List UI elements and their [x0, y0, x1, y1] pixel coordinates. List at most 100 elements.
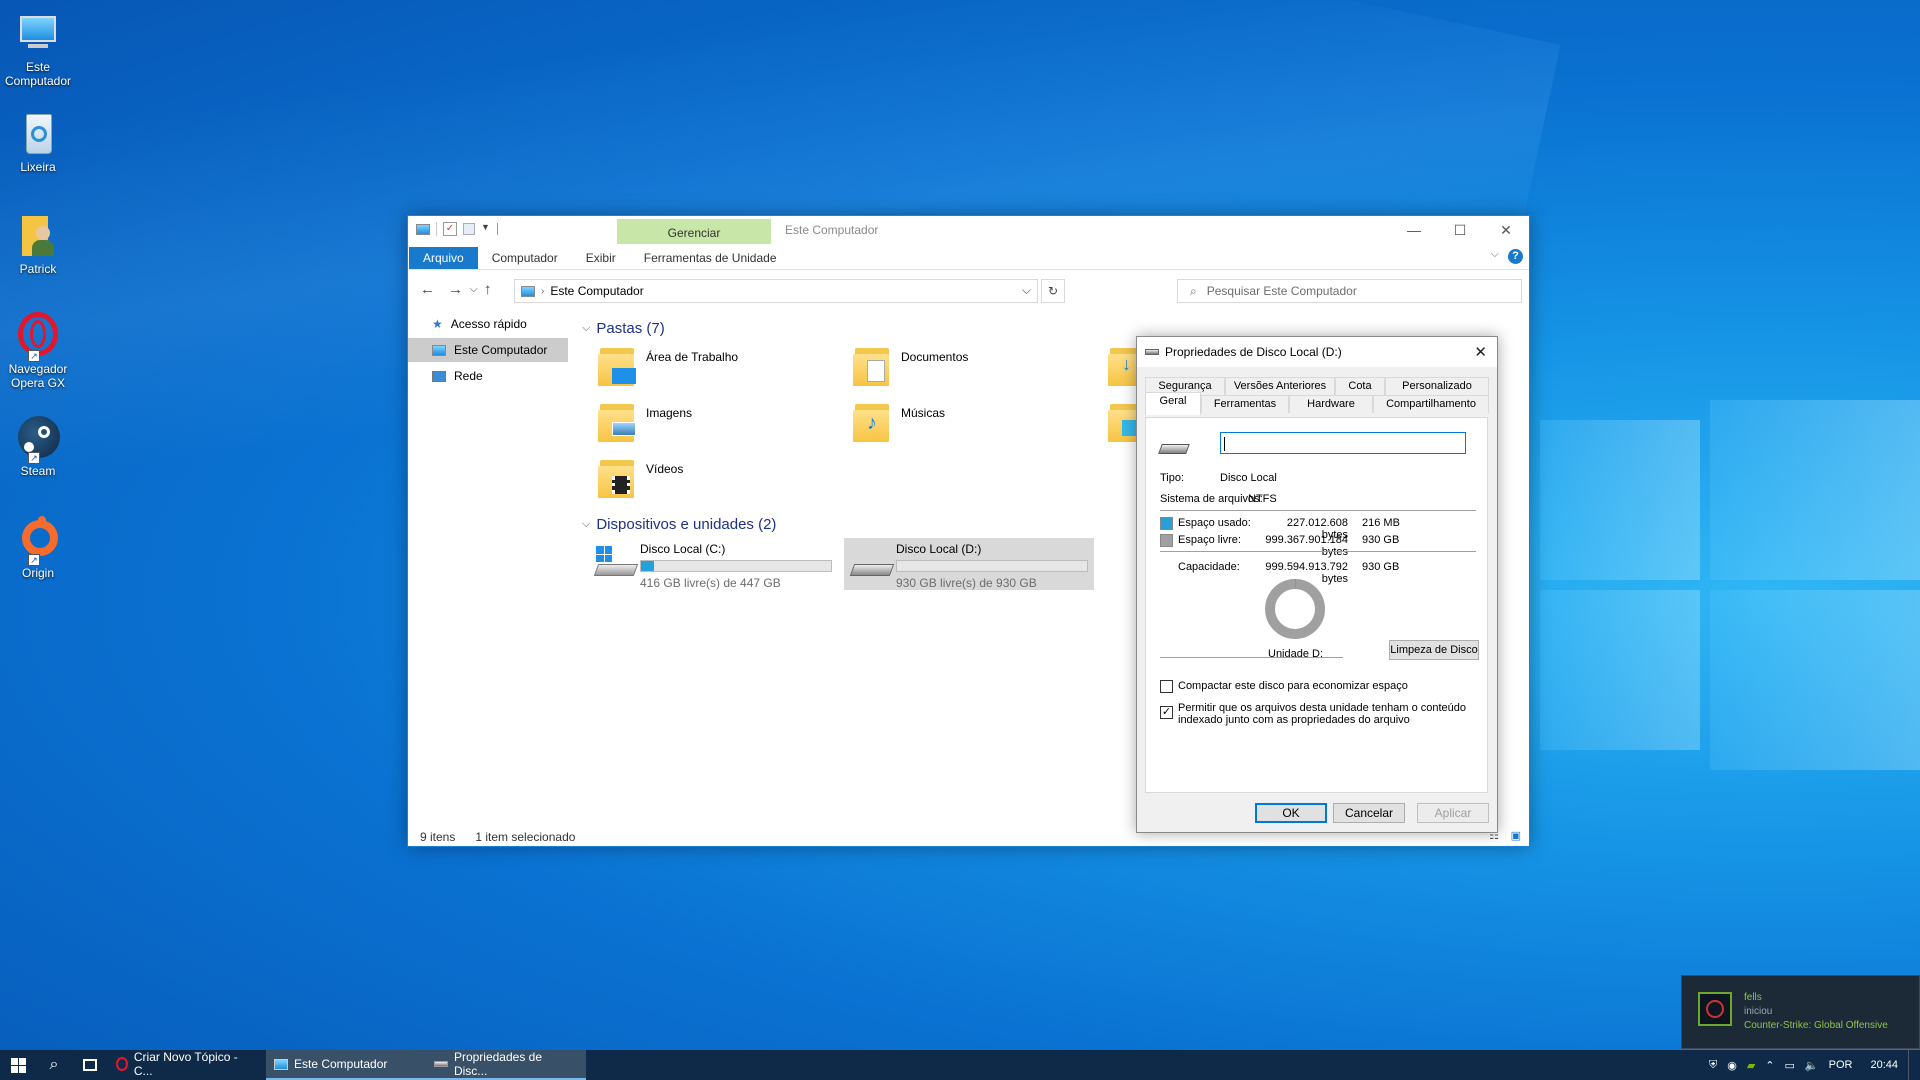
address-bar[interactable]: › Este Computador ⌵	[514, 279, 1038, 303]
window-title: Este Computador	[785, 223, 879, 237]
disk-usage-donut	[1265, 579, 1325, 639]
tab-personalizado[interactable]: Personalizado	[1385, 377, 1489, 395]
navigation-bar: ← → ⌵ ↑ › Este Computador ⌵ ↻ ⌕ Pesquisa…	[408, 270, 1529, 310]
help-icon[interactable]: ?	[1508, 249, 1523, 264]
drive-d[interactable]: Disco Local (D:) 930 GB livre(s) de 930 …	[844, 538, 1094, 590]
devices-group-header[interactable]: ⌵ Dispositivos e unidades (2)	[582, 516, 776, 533]
folder-videos[interactable]: Vídeos	[598, 454, 838, 504]
defender-shield-icon[interactable]: ⛨	[1709, 1059, 1717, 1072]
search-box[interactable]: ⌕ Pesquisar Este Computador	[1177, 279, 1522, 303]
nav-item-este-computador[interactable]: Este Computador	[408, 338, 568, 362]
nvidia-icon[interactable]: ▰	[1747, 1059, 1755, 1072]
folder-area-de-trabalho[interactable]: Área de Trabalho	[598, 342, 838, 392]
used-space-label: Espaço usado:	[1178, 517, 1251, 529]
taskbar-app-properties[interactable]: Propriedades de Disc...	[426, 1050, 586, 1080]
store-button[interactable]	[72, 1050, 108, 1080]
show-desktop-button[interactable]	[1908, 1050, 1912, 1080]
free-space-size: 930 GB	[1362, 534, 1400, 546]
folder-documentos[interactable]: Documentos	[853, 342, 1093, 392]
computer-icon	[274, 1058, 288, 1070]
tab-exibir[interactable]: Exibir	[572, 247, 630, 269]
desktop-icon-origin[interactable]: ↗ Origin	[0, 516, 76, 580]
tab-cota[interactable]: Cota	[1335, 377, 1385, 395]
capacity-size: 930 GB	[1362, 561, 1400, 573]
videos-folder-icon	[598, 454, 638, 498]
search-icon: ⌕	[49, 1056, 59, 1073]
dialog-titlebar[interactable]: Propriedades de Disco Local (D:)	[1137, 337, 1497, 367]
ok-button[interactable]: OK	[1255, 803, 1327, 823]
cancel-button[interactable]: Cancelar	[1333, 803, 1405, 823]
store-icon	[83, 1059, 97, 1071]
properties-icon[interactable]: ✓	[443, 222, 457, 236]
steam-tray-icon[interactable]: ◉	[1727, 1059, 1737, 1072]
donut-free-segment	[1265, 579, 1325, 639]
tab-hardware[interactable]: Hardware	[1289, 395, 1373, 413]
show-hidden-icons-icon[interactable]: ⌃	[1765, 1059, 1774, 1072]
recent-locations-icon[interactable]: ⌵	[470, 284, 478, 295]
type-value: Disco Local	[1220, 472, 1277, 484]
dialog-close-button[interactable]: ✕	[1474, 343, 1487, 361]
up-arrow-icon[interactable]: ↑	[484, 281, 492, 298]
drive-c[interactable]: Disco Local (C:) 416 GB livre(s) de 447 …	[588, 538, 838, 590]
network-icon[interactable]: ▭	[1785, 1059, 1795, 1072]
start-button[interactable]	[0, 1050, 36, 1080]
capacity-label: Capacidade:	[1178, 561, 1240, 573]
notification-user: fells	[1744, 992, 1762, 1003]
tab-arquivo[interactable]: Arquivo	[409, 247, 478, 269]
drive-name-input[interactable]	[1220, 432, 1466, 454]
folder-musicas[interactable]: ♪ Músicas	[853, 398, 1093, 448]
taskbar-app-opera[interactable]: Criar Novo Tópico - C...	[108, 1050, 266, 1080]
folders-group-header[interactable]: ⌵ Pastas (7)	[582, 320, 665, 337]
folder-objetos-3d[interactable]	[1108, 398, 1138, 448]
manage-context-tab[interactable]: Gerenciar	[617, 219, 771, 244]
drive-icon	[1145, 349, 1159, 355]
drive-free-text: 416 GB livre(s) de 447 GB	[640, 576, 781, 590]
desktop-icon-recycle-bin[interactable]: Lixeira	[0, 110, 76, 174]
index-checkbox[interactable]: ✓	[1160, 706, 1173, 719]
tab-compartilhamento[interactable]: Compartilhamento	[1373, 395, 1489, 413]
tab-ferramentas[interactable]: Ferramentas	[1201, 395, 1289, 413]
tab-geral[interactable]: Geral	[1145, 392, 1201, 415]
explorer-titlebar[interactable]: ✓ ▼ Gerenciar Este Computador — ☐ ✕	[408, 216, 1529, 244]
apply-button[interactable]: Aplicar	[1417, 803, 1489, 823]
address-dropdown-icon[interactable]: ⌵	[1022, 283, 1031, 298]
notification-game: Counter-Strike: Global Offensive	[1744, 1020, 1888, 1031]
shortcut-arrow-icon: ↗	[28, 350, 40, 362]
maximize-button[interactable]: ☐	[1437, 216, 1483, 244]
desktop-icon-steam[interactable]: ↗ Steam	[0, 414, 76, 478]
tab-versoes-anteriores[interactable]: Versões Anteriores	[1225, 377, 1335, 395]
nav-label: Acesso rápido	[450, 317, 527, 331]
address-text: Este Computador	[550, 284, 644, 298]
desktop-icon-user-folder[interactable]: Patrick	[0, 212, 76, 276]
new-folder-icon[interactable]	[463, 223, 475, 235]
compress-checkbox[interactable]	[1160, 680, 1173, 693]
close-button[interactable]: ✕	[1483, 216, 1529, 244]
expand-ribbon-icon[interactable]: ⌵	[1491, 248, 1499, 261]
nav-item-rede[interactable]: Rede	[408, 364, 568, 388]
folder-downloads[interactable]: ↓	[1108, 342, 1138, 392]
customize-toolbar-icon[interactable]: ▼	[481, 222, 491, 236]
taskbar-app-explorer[interactable]: Este Computador	[266, 1050, 426, 1080]
clock[interactable]: 20:44	[1870, 1059, 1898, 1071]
refresh-button[interactable]: ↻	[1041, 279, 1065, 303]
back-arrow-icon[interactable]: ←	[420, 281, 435, 298]
user-folder-icon	[14, 212, 62, 260]
desktop-icon-computer[interactable]: Este Computador	[0, 10, 76, 88]
music-folder-icon: ♪	[853, 398, 893, 442]
volume-icon[interactable]: 🔈	[1805, 1059, 1819, 1072]
shortcut-arrow-icon: ↗	[28, 452, 40, 464]
language-indicator[interactable]: POR	[1829, 1059, 1853, 1071]
disk-cleanup-button[interactable]: Limpeza de Disco	[1389, 640, 1479, 660]
desktop-icon-opera-gx[interactable]: ↗ Navegador Opera GX	[0, 312, 76, 390]
folder-imagens[interactable]: Imagens	[598, 398, 838, 448]
nav-item-acesso-rapido[interactable]: ★ Acesso rápido	[408, 312, 568, 336]
tab-ferramentas-de-unidade[interactable]: Ferramentas de Unidade	[630, 247, 791, 269]
dialog-tabs-bottom: Geral Ferramentas Hardware Compartilhame…	[1145, 392, 1489, 415]
breadcrumb-separator-icon: ›	[541, 285, 545, 297]
forward-arrow-icon[interactable]: →	[448, 281, 463, 298]
large-icons-view-icon[interactable]: ▣	[1511, 829, 1521, 842]
tab-computador[interactable]: Computador	[478, 247, 572, 269]
steam-notification[interactable]: fells iniciou Counter-Strike: Global Off…	[1681, 975, 1920, 1049]
minimize-button[interactable]: —	[1391, 216, 1437, 244]
search-button[interactable]: ⌕	[36, 1050, 72, 1080]
